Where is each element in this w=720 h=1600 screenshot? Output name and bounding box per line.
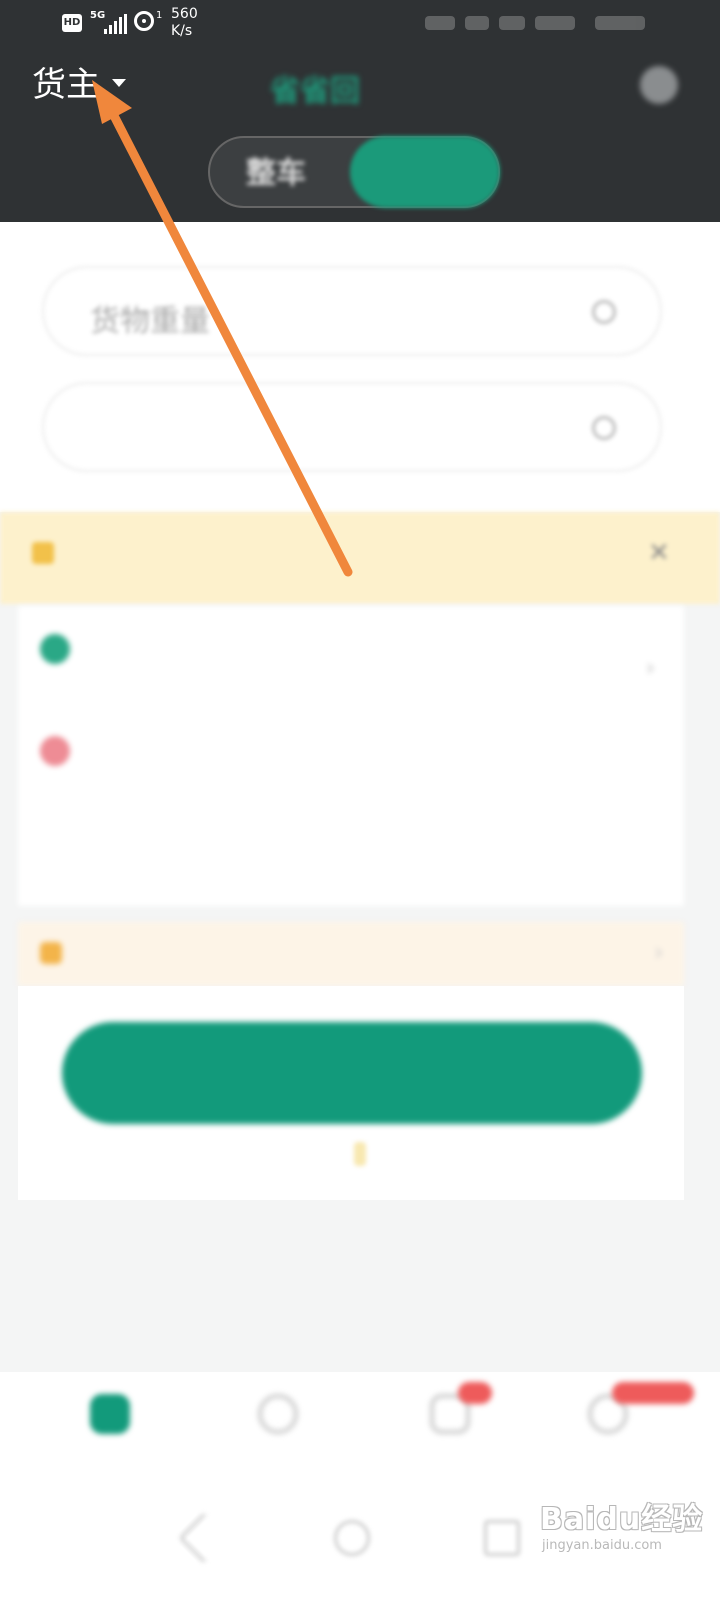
network-speed: 560 K/s [171, 6, 198, 40]
hotspot-icon [134, 11, 154, 31]
speed-unit: K/s [171, 23, 193, 39]
cargo-type-icon [592, 416, 616, 440]
network-type: 5G [90, 10, 106, 21]
hd-indicator: HD [62, 14, 82, 32]
home-icon [90, 1394, 130, 1434]
status-icons-right [425, 14, 645, 34]
menu-icon[interactable] [640, 66, 678, 104]
home-nav-icon[interactable] [334, 1520, 370, 1556]
caret-down-icon[interactable] [112, 79, 126, 87]
insurance-row[interactable]: › [18, 922, 684, 986]
baidu-jingyan-watermark: Baidu经验 jingyan.baidu.com [540, 1494, 703, 1553]
weight-label: 货物重量 [90, 304, 210, 339]
tab-full-truck[interactable]: 整车 [246, 148, 306, 192]
route-card: › [18, 606, 684, 906]
tab-messages[interactable] [390, 1386, 510, 1476]
cargo-type-field[interactable] [42, 382, 662, 472]
watermark-main: Baidu经验 [540, 1502, 704, 1537]
recents-icon[interactable] [484, 1520, 520, 1556]
bottom-tab-bar [0, 1372, 720, 1482]
submit-note-highlight [354, 1142, 366, 1166]
role-switcher[interactable]: 货主 [32, 62, 100, 108]
notice-bar[interactable]: ✕ [0, 512, 720, 604]
close-icon[interactable]: ✕ [648, 538, 670, 568]
submit-button[interactable] [62, 1022, 642, 1124]
submit-note [0, 1142, 720, 1166]
speed-value: 560 [171, 6, 198, 22]
profile-badge [612, 1382, 694, 1404]
app-header: HD 5G 1 560 K/s 货主 省省回 整车 [0, 0, 720, 222]
message-badge [458, 1382, 492, 1404]
origin-dot-icon [40, 634, 70, 664]
tab-orders[interactable] [218, 1386, 338, 1476]
watermark-sub: jingyan.baidu.com [542, 1538, 662, 1553]
cargo-form: 货物重量 [0, 222, 720, 512]
app-title: 省省回 [270, 74, 360, 109]
back-icon[interactable] [178, 1512, 230, 1564]
weight-icon [592, 300, 616, 324]
hotspot-count: 1 [156, 10, 163, 21]
insurance-icon [40, 942, 62, 964]
orders-icon [258, 1394, 298, 1434]
weight-field[interactable]: 货物重量 [42, 266, 662, 356]
notice-icon [32, 542, 54, 564]
status-bar: HD 5G 1 560 K/s [0, 0, 720, 50]
chevron-right-icon: › [654, 938, 664, 966]
chevron-right-icon[interactable]: › [646, 656, 655, 681]
tab-home[interactable] [50, 1386, 170, 1476]
signal-icon [104, 14, 130, 34]
destination-dot-icon [40, 736, 70, 766]
tab-less-than-truckload[interactable] [350, 136, 500, 208]
